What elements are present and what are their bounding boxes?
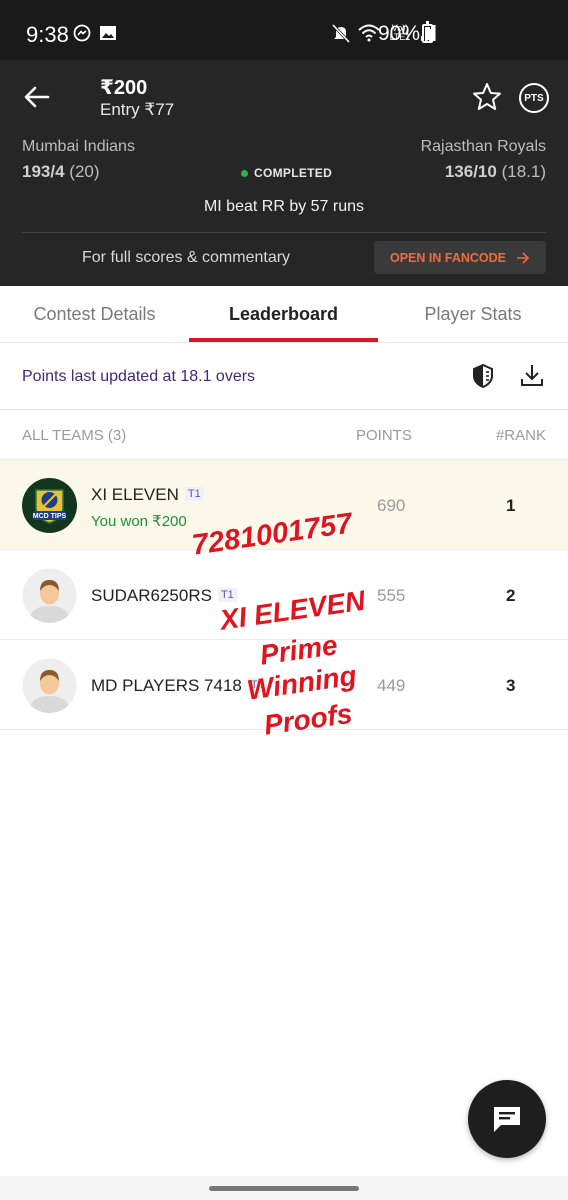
team-right-score: 136/10 [444,162,497,181]
points-updated-row: Points last updated at 18.1 overs [0,343,568,410]
team-logo-avatar: MCD TIPS [22,478,77,533]
team-right-overs: (18.1) [501,162,546,181]
match-status-label: COMPLETED [254,166,333,180]
points-header: POINTS [356,427,412,444]
team-right-name: Rajasthan Royals [420,138,546,155]
team-points: 690 [377,496,406,515]
winnings-text: You won ₹200 [91,513,187,530]
pts-icon[interactable]: PTS [519,83,549,113]
arrow-right-icon [517,251,530,264]
team-left: Mumbai Indians 193/4 (20) [22,138,135,182]
points-updated-text: Points last updated at 18.1 overs [22,368,256,385]
team-right: Rajasthan Royals 136/10 (18.1) [421,138,546,182]
status-bar: 9:38 Vo)) LTE1 90% [0,0,568,60]
battery-percent: 90% [378,22,421,45]
battery-icon [422,21,433,43]
team-name: MD PLAYERS 7418 [91,676,242,695]
team-left-overs: (20) [69,162,100,181]
messenger-icon [73,24,91,42]
star-icon[interactable] [471,81,503,113]
mcd-tips-logo-icon: MCD TIPS [22,478,77,533]
back-arrow-icon[interactable] [22,82,52,112]
contest-prize: ₹200 [100,77,148,99]
team-left-score: 193/4 [22,162,65,181]
user-avatar-icon [22,568,77,623]
tab-contest-details[interactable]: Contest Details [0,286,189,343]
rank-header: #RANK [495,427,546,444]
compare-icon[interactable] [470,363,496,389]
match-header: ₹200 Entry ₹77 PTS Mumbai Indians 193/4 … [0,60,568,286]
team-badge: T1 [184,487,204,501]
match-result: MI beat RR by 57 runs [203,198,365,215]
home-handle[interactable] [209,1186,359,1191]
chat-button[interactable] [468,1080,546,1158]
team-points: 555 [377,586,406,605]
gallery-icon [100,26,116,40]
match-status: COMPLETED [241,166,332,180]
team-points: 449 [377,676,406,695]
open-in-fancode-label: OPEN IN FANCODE [390,250,506,265]
wifi-icon [358,24,380,42]
tab-player-stats[interactable]: Player Stats [378,286,568,343]
chat-icon [494,1107,520,1132]
team-rank: 3 [506,676,516,695]
status-dot-icon [241,169,248,177]
logo-text: MCD TIPS [33,513,67,520]
user-avatar-icon [22,658,77,713]
active-tab-indicator [189,338,378,342]
system-nav-bar [0,1176,568,1200]
full-scores-text: For full scores & commentary [82,249,291,266]
team-rank: 2 [506,586,516,605]
open-in-fancode-button[interactable]: OPEN IN FANCODE [374,241,546,274]
team-rank: 1 [506,496,516,515]
team-left-name: Mumbai Indians [22,138,135,155]
team-name: SUDAR6250RS [91,586,212,605]
entry-fee: Entry ₹77 [100,100,175,119]
leaderboard-header: ALL TEAMS (3) POINTS #RANK [0,410,568,460]
header-divider [22,232,546,233]
status-time: 9:38 [26,22,69,47]
tab-leaderboard[interactable]: Leaderboard [189,286,378,343]
tab-bar: Contest Details Leaderboard Player Stats [0,286,568,343]
download-icon[interactable] [519,362,545,388]
team-badge: T1 [217,588,237,602]
all-teams-header: ALL TEAMS (3) [22,427,127,444]
mute-icon [332,23,350,43]
team-name: XI ELEVEN [91,485,179,504]
